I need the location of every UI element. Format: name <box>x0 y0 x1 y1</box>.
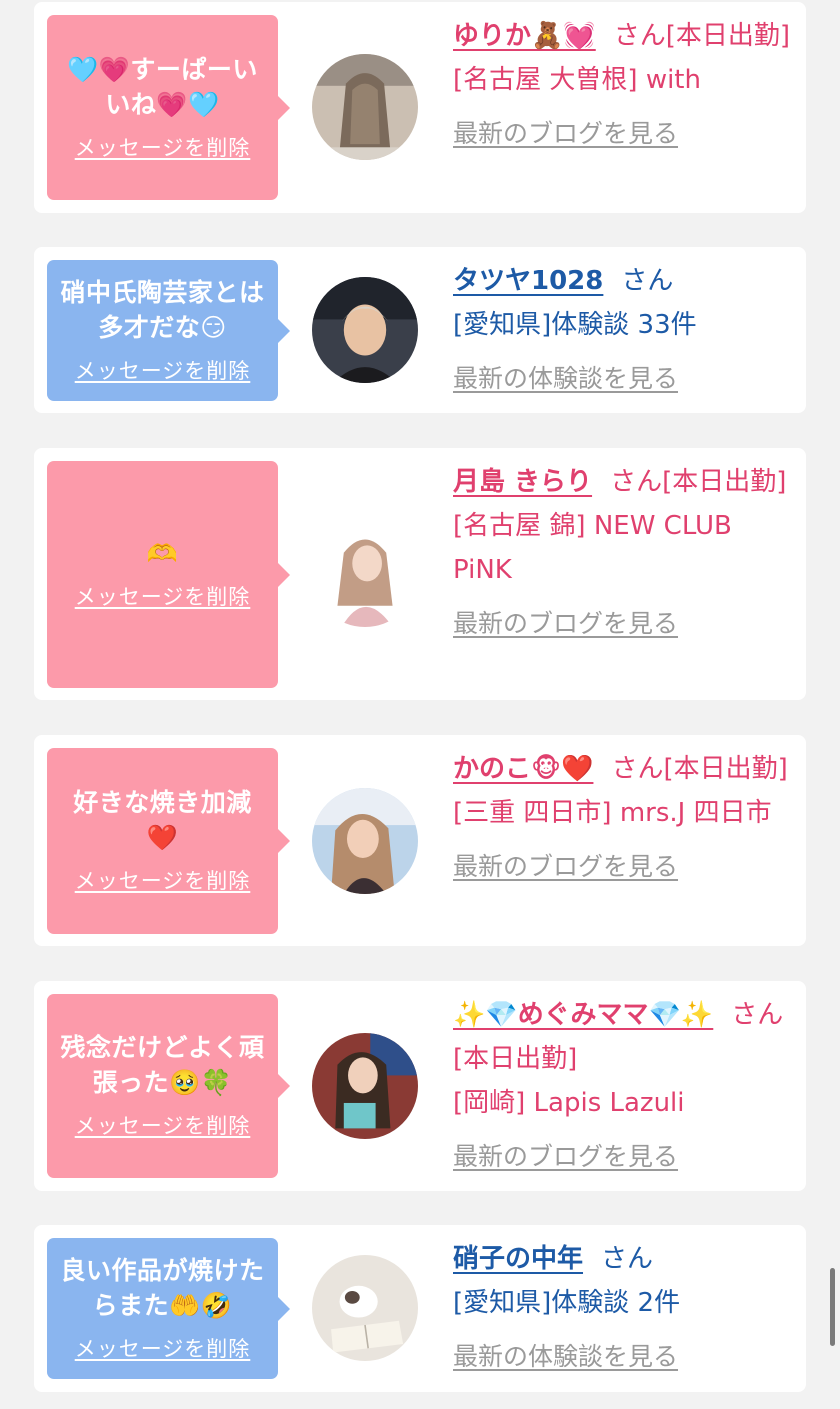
message-text: 硝中氏陶芸家とは多才だな😏 <box>60 277 265 342</box>
message-bubble: 🩵💗すーぱーいいね💗🩵 メッセージを削除 <box>47 15 278 200</box>
profile-info: 月島 きらり さん[本日出勤] [名古屋 錦] NEW CLUB PiNK 最新の… <box>453 460 793 646</box>
profile-info: タツヤ1028 さん [愛知県]体験談 33件 最新の体験談を見る <box>453 259 793 401</box>
message-text: 残念だけどよく頑張った🥹🍀 <box>60 1033 265 1097</box>
avatar[interactable] <box>312 788 418 894</box>
profile-name-link[interactable]: ✨💎めぐみママ💎✨ <box>453 1000 713 1030</box>
avatar-photo-icon <box>312 1033 418 1139</box>
avatar[interactable] <box>312 54 418 160</box>
message-bubble: 硝中氏陶芸家とは多才だな😏 メッセージを削除 <box>47 260 278 401</box>
delete-message-link[interactable]: メッセージを削除 <box>75 865 251 895</box>
profile-status: さん <box>621 266 674 296</box>
avatar-photo-icon <box>312 521 418 627</box>
delete-message-link[interactable]: メッセージを削除 <box>75 132 251 162</box>
profile-name-link[interactable]: かのこ🐵❤️ <box>453 754 593 784</box>
latest-post-link[interactable]: 最新の体験談を見る <box>453 1335 678 1379</box>
message-card: 良い作品が焼けたらまた🤲🤣 メッセージを削除 硝子の中年 さん [愛知県]体験談 … <box>34 1225 806 1392</box>
message-card: 硝中氏陶芸家とは多才だな😏 メッセージを削除 タツヤ1028 さん [愛知県]体験… <box>34 247 806 413</box>
profile-status: さん[本日出勤] <box>613 21 791 51</box>
avatar[interactable] <box>312 1255 418 1361</box>
profile-detail: [三重 四日市] mrs.J 四日市 <box>453 798 772 828</box>
avatar[interactable] <box>312 277 418 383</box>
profile-info: 硝子の中年 さん [愛知県]体験談 2件 最新の体験談を見る <box>453 1237 793 1379</box>
message-card: 好きな焼き加減❤️ メッセージを削除 かのこ🐵❤️ さん[本日出勤] [三重 四日… <box>34 735 806 946</box>
message-bubble: 残念だけどよく頑張った🥹🍀 メッセージを削除 <box>47 994 278 1178</box>
avatar-photo-icon <box>312 277 418 383</box>
message-bubble: 良い作品が焼けたらまた🤲🤣 メッセージを削除 <box>47 1238 278 1379</box>
profile-status: さん[本日出勤] <box>611 754 788 784</box>
avatar[interactable] <box>312 521 418 627</box>
scrollbar[interactable] <box>830 1268 835 1346</box>
message-text: 🫶 <box>146 539 179 568</box>
message-bubble: 🫶 メッセージを削除 <box>47 461 278 688</box>
latest-post-link[interactable]: 最新のブログを見る <box>453 845 678 889</box>
profile-detail: [愛知県]体験談 2件 <box>453 1288 681 1318</box>
message-text: 🩵💗すーぱーいいね💗🩵 <box>67 54 258 119</box>
profile-name-link[interactable]: タツヤ1028 <box>453 266 603 296</box>
latest-post-link[interactable]: 最新のブログを見る <box>453 112 678 156</box>
profile-detail: [岡崎] Lapis Lazuli <box>453 1088 685 1118</box>
profile-detail: [名古屋 大曽根] with <box>453 65 701 95</box>
message-bubble: 好きな焼き加減❤️ メッセージを削除 <box>47 748 278 934</box>
latest-post-link[interactable]: 最新のブログを見る <box>453 602 678 646</box>
profile-name-link[interactable]: 硝子の中年 <box>453 1244 583 1274</box>
delete-message-link[interactable]: メッセージを削除 <box>75 1333 251 1363</box>
profile-detail: [愛知県]体験談 33件 <box>453 310 697 340</box>
profile-info: かのこ🐵❤️ さん[本日出勤] [三重 四日市] mrs.J 四日市 最新のブログ… <box>453 747 793 889</box>
avatar-photo-icon <box>312 1255 418 1361</box>
avatar-photo-icon <box>312 788 418 894</box>
profile-info: ゆりか🧸💓 さん[本日出勤] [名古屋 大曽根] with 最新のブログを見る <box>453 14 793 156</box>
profile-detail: [名古屋 錦] NEW CLUB PiNK <box>453 511 732 585</box>
avatar[interactable] <box>312 1033 418 1139</box>
profile-status: さん <box>601 1244 654 1274</box>
delete-message-link[interactable]: メッセージを削除 <box>75 1110 251 1140</box>
delete-message-link[interactable]: メッセージを削除 <box>75 355 251 385</box>
profile-status: さん[本日出勤] <box>610 467 787 497</box>
profile-info: ✨💎めぐみママ💎✨ さん[本日出勤] [岡崎] Lapis Lazuli 最新のブ… <box>453 993 793 1179</box>
message-card: 🩵💗すーぱーいいね💗🩵 メッセージを削除 ゆりか🧸💓 さん[本日出勤] [名古屋 … <box>34 2 806 213</box>
delete-message-link[interactable]: メッセージを削除 <box>75 581 251 611</box>
message-card: 🫶 メッセージを削除 月島 きらり さん[本日出勤] [名古屋 錦] NEW CL… <box>34 448 806 700</box>
profile-name-link[interactable]: ゆりか🧸💓 <box>453 21 596 51</box>
message-text: 好きな焼き加減❤️ <box>73 788 252 852</box>
avatar-photo-icon <box>312 54 418 160</box>
message-text: 良い作品が焼けたらまた🤲🤣 <box>60 1255 265 1320</box>
message-card: 残念だけどよく頑張った🥹🍀 メッセージを削除 ✨💎めぐみママ💎✨ さん[本日出勤]… <box>34 981 806 1191</box>
profile-name-link[interactable]: 月島 きらり <box>453 467 592 497</box>
latest-post-link[interactable]: 最新のブログを見る <box>453 1135 678 1179</box>
latest-post-link[interactable]: 最新の体験談を見る <box>453 357 678 401</box>
